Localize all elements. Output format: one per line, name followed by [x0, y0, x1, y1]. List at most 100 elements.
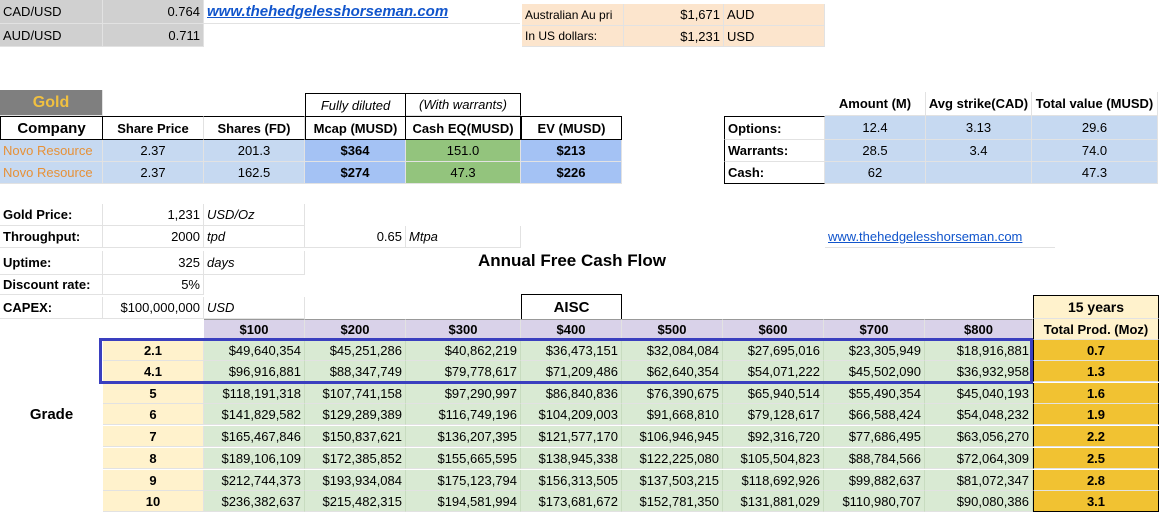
fcf-cell-r3-c3[interactable]: $97,290,997 [406, 383, 521, 404]
fcf-cell-r1-c4[interactable]: $36,473,151 [521, 340, 622, 361]
warrants-label[interactable]: Warrants: [724, 140, 825, 162]
aisc-header-1[interactable]: $100 [204, 319, 305, 340]
fcf-cell-r8-c7[interactable]: $110,980,707 [824, 491, 925, 512]
au-price-unit-usd[interactable]: USD [724, 26, 825, 47]
company-header[interactable]: Company [0, 116, 103, 140]
total-prod-3[interactable]: 1.6 [1033, 383, 1159, 404]
total-prod-8[interactable]: 3.1 [1033, 491, 1159, 512]
aisc-header-8[interactable]: $800 [925, 319, 1033, 340]
capex-unit[interactable]: USD [204, 297, 305, 319]
aisc-header-2[interactable]: $200 [305, 319, 406, 340]
fcf-cell-r4-c1[interactable]: $141,829,582 [204, 404, 305, 425]
audusd-value[interactable]: 0.711 [103, 24, 204, 47]
fcf-cell-r7-c1[interactable]: $212,744,373 [204, 470, 305, 491]
audusd-label[interactable]: AUD/USD [0, 24, 103, 47]
total-prod-1[interactable]: 0.7 [1033, 340, 1159, 361]
ev-header[interactable]: EV (MUSD) [521, 116, 622, 140]
fcf-cell-r8-c1[interactable]: $236,382,637 [204, 491, 305, 512]
fcf-cell-r1-c3[interactable]: $40,862,219 [406, 340, 521, 361]
share-price-header[interactable]: Share Price [103, 116, 204, 140]
au-price-unit-aud[interactable]: AUD [724, 4, 825, 26]
throughput-unit[interactable]: tpd [204, 226, 305, 248]
total-prod-5[interactable]: 2.2 [1033, 426, 1159, 447]
warrants-strike[interactable]: 3.4 [926, 140, 1032, 162]
fcf-cell-r8-c2[interactable]: $215,482,315 [305, 491, 406, 512]
fcf-cell-r6-c2[interactable]: $172,385,852 [305, 448, 406, 469]
fcf-cell-r7-c4[interactable]: $156,313,505 [521, 470, 622, 491]
options-amount[interactable]: 12.4 [825, 116, 926, 140]
fcf-cell-r5-c5[interactable]: $106,946,945 [622, 426, 723, 447]
total-prod-4[interactable]: 1.9 [1033, 404, 1159, 425]
fcf-cell-r7-c7[interactable]: $99,882,637 [824, 470, 925, 491]
grade-value-2[interactable]: 4.1 [103, 361, 204, 382]
fcf-cell-r3-c1[interactable]: $118,191,318 [204, 383, 305, 404]
fcf-cell-r6-c3[interactable]: $155,665,595 [406, 448, 521, 469]
fcf-cell-r2-c8[interactable]: $36,932,958 [925, 361, 1033, 382]
cadusd-label[interactable]: CAD/USD [0, 0, 103, 24]
fcf-cell-r8-c6[interactable]: $131,881,029 [723, 491, 824, 512]
grade-value-4[interactable]: 6 [103, 404, 204, 425]
options-label[interactable]: Options: [724, 116, 825, 140]
fcf-cell-r2-c6[interactable]: $54,071,222 [723, 361, 824, 382]
fcf-cell-r4-c8[interactable]: $54,048,232 [925, 404, 1033, 425]
cash-amount[interactable]: 62 [825, 162, 926, 184]
gold-price-label[interactable]: Gold Price: [0, 204, 103, 226]
years-label[interactable]: 15 years [1033, 295, 1159, 319]
fcf-cell-r4-c2[interactable]: $129,289,389 [305, 404, 406, 425]
mtpa-unit[interactable]: Mtpa [406, 226, 521, 248]
fcf-cell-r6-c7[interactable]: $88,784,566 [824, 448, 925, 469]
fcf-cell-r8-c4[interactable]: $173,681,672 [521, 491, 622, 512]
fcf-cell-r6-c5[interactable]: $122,225,080 [622, 448, 723, 469]
discount-label[interactable]: Discount rate: [0, 275, 103, 295]
total-value-header[interactable]: Total value (MUSD) [1032, 92, 1158, 116]
fcf-cell-r5-c2[interactable]: $150,837,621 [305, 426, 406, 447]
cash-label[interactable]: Cash: [724, 162, 825, 184]
fcf-cell-r5-c3[interactable]: $136,207,395 [406, 426, 521, 447]
cash-eq-header[interactable]: Cash EQ(MUSD) [406, 116, 521, 140]
grade-label[interactable]: Grade [0, 403, 103, 425]
fcf-cell-r8-c8[interactable]: $90,080,386 [925, 491, 1033, 512]
au-price-aud[interactable]: $1,671 [624, 4, 724, 26]
company-row-1-ev[interactable]: $213 [521, 140, 622, 162]
fully-diluted-label[interactable]: Fully diluted [305, 93, 406, 116]
aisc-header-6[interactable]: $600 [723, 319, 824, 340]
gold-price-unit[interactable]: USD/Oz [204, 204, 305, 226]
capex-label[interactable]: CAPEX: [0, 297, 103, 319]
fcf-cell-r1-c8[interactable]: $18,916,881 [925, 340, 1033, 361]
au-price-usd[interactable]: $1,231 [624, 26, 724, 47]
fcf-cell-r3-c2[interactable]: $107,741,158 [305, 383, 406, 404]
grade-value-8[interactable]: 10 [103, 491, 204, 512]
au-price-usd-label[interactable]: In US dollars: [522, 26, 624, 47]
cash-total[interactable]: 47.3 [1032, 162, 1158, 184]
aisc-header-7[interactable]: $700 [824, 319, 925, 340]
fcf-cell-r3-c6[interactable]: $65,940,514 [723, 383, 824, 404]
gold-price-value[interactable]: 1,231 [103, 204, 204, 226]
grade-value-3[interactable]: 5 [103, 383, 204, 404]
uptime-label[interactable]: Uptime: [0, 251, 103, 275]
fcf-cell-r3-c5[interactable]: $76,390,675 [622, 383, 723, 404]
uptime-unit[interactable]: days [204, 251, 305, 275]
fcf-cell-r6-c6[interactable]: $105,504,823 [723, 448, 824, 469]
company-row-1-shares[interactable]: 201.3 [204, 140, 305, 162]
fcf-cell-r3-c4[interactable]: $86,840,836 [521, 383, 622, 404]
fcf-cell-r4-c6[interactable]: $79,128,617 [723, 404, 824, 425]
fcf-cell-r2-c7[interactable]: $45,502,090 [824, 361, 925, 382]
fcf-cell-r1-c5[interactable]: $32,084,084 [622, 340, 723, 361]
fcf-cell-r1-c6[interactable]: $27,695,016 [723, 340, 824, 361]
fcf-cell-r2-c4[interactable]: $71,209,486 [521, 361, 622, 382]
company-row-2-shares[interactable]: 162.5 [204, 162, 305, 184]
total-prod-header[interactable]: Total Prod. (Moz) [1033, 319, 1159, 340]
warrants-amount[interactable]: 28.5 [825, 140, 926, 162]
company-row-2-mcap[interactable]: $274 [305, 162, 406, 184]
fcf-cell-r5-c1[interactable]: $165,467,846 [204, 426, 305, 447]
total-prod-7[interactable]: 2.8 [1033, 470, 1159, 491]
company-row-2-name[interactable]: Novo Resource [0, 162, 103, 184]
fcf-cell-r2-c2[interactable]: $88,347,749 [305, 361, 406, 382]
company-row-1-price[interactable]: 2.37 [103, 140, 204, 162]
fcf-cell-r2-c1[interactable]: $96,916,881 [204, 361, 305, 382]
throughput-value[interactable]: 2000 [103, 226, 204, 248]
fcf-cell-r4-c7[interactable]: $66,588,424 [824, 404, 925, 425]
fcf-cell-r5-c7[interactable]: $77,686,495 [824, 426, 925, 447]
options-total[interactable]: 29.6 [1032, 116, 1158, 140]
fcf-cell-r7-c5[interactable]: $137,503,215 [622, 470, 723, 491]
